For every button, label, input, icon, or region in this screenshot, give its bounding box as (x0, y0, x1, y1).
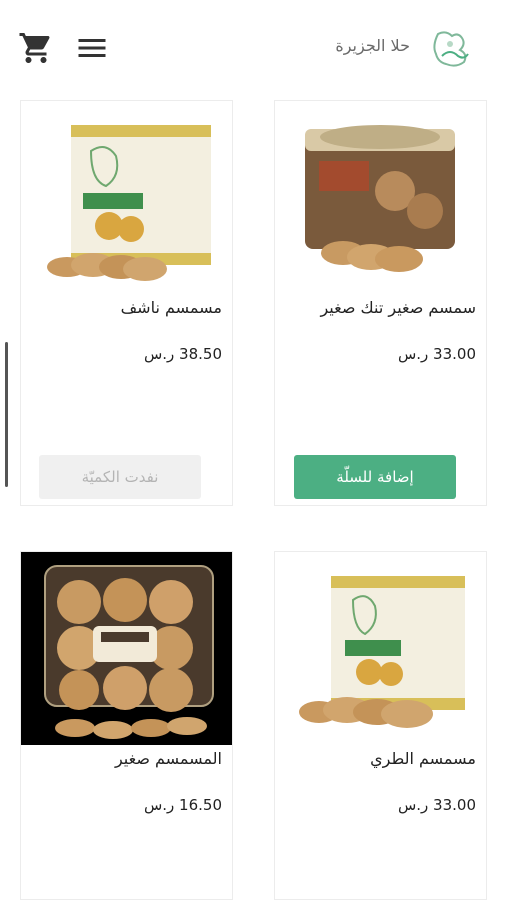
product-card[interactable]: مسمسم الطري 33.00 ر.س (274, 551, 487, 900)
hamburger-menu-icon[interactable] (74, 30, 110, 66)
shopping-cart-icon[interactable] (18, 30, 54, 66)
product-card[interactable]: سمسم صغير تنك صغير 33.00 ر.س إضافة للسلّ… (274, 100, 487, 506)
product-name[interactable]: المسمسم صغير (115, 749, 222, 768)
product-image[interactable] (275, 101, 486, 294)
product-name[interactable]: مسمسم ناشف (121, 298, 222, 317)
app-header: حلا الجزيرة (0, 0, 506, 92)
product-image[interactable] (275, 552, 486, 745)
product-card[interactable]: مسمسم ناشف 38.50 ر.س نفدت الكميّة (20, 100, 233, 506)
product-image[interactable] (21, 552, 232, 745)
add-to-cart-button[interactable]: إضافة للسلّة (294, 455, 456, 499)
product-name[interactable]: سمسم صغير تنك صغير (320, 298, 476, 317)
product-name[interactable]: مسمسم الطري (370, 749, 476, 768)
product-image[interactable] (21, 101, 232, 294)
brand-name: حلا الجزيرة (335, 36, 410, 55)
brand-logo-icon[interactable] (428, 26, 478, 72)
product-price: 33.00 ر.س (397, 796, 476, 814)
product-price: 16.50 ر.س (143, 796, 222, 814)
scrollbar[interactable] (5, 342, 8, 487)
product-price: 38.50 ر.س (143, 345, 222, 363)
product-card[interactable]: المسمسم صغير 16.50 ر.س (20, 551, 233, 900)
out-of-stock-button: نفدت الكميّة (39, 455, 201, 499)
product-price: 33.00 ر.س (397, 345, 476, 363)
